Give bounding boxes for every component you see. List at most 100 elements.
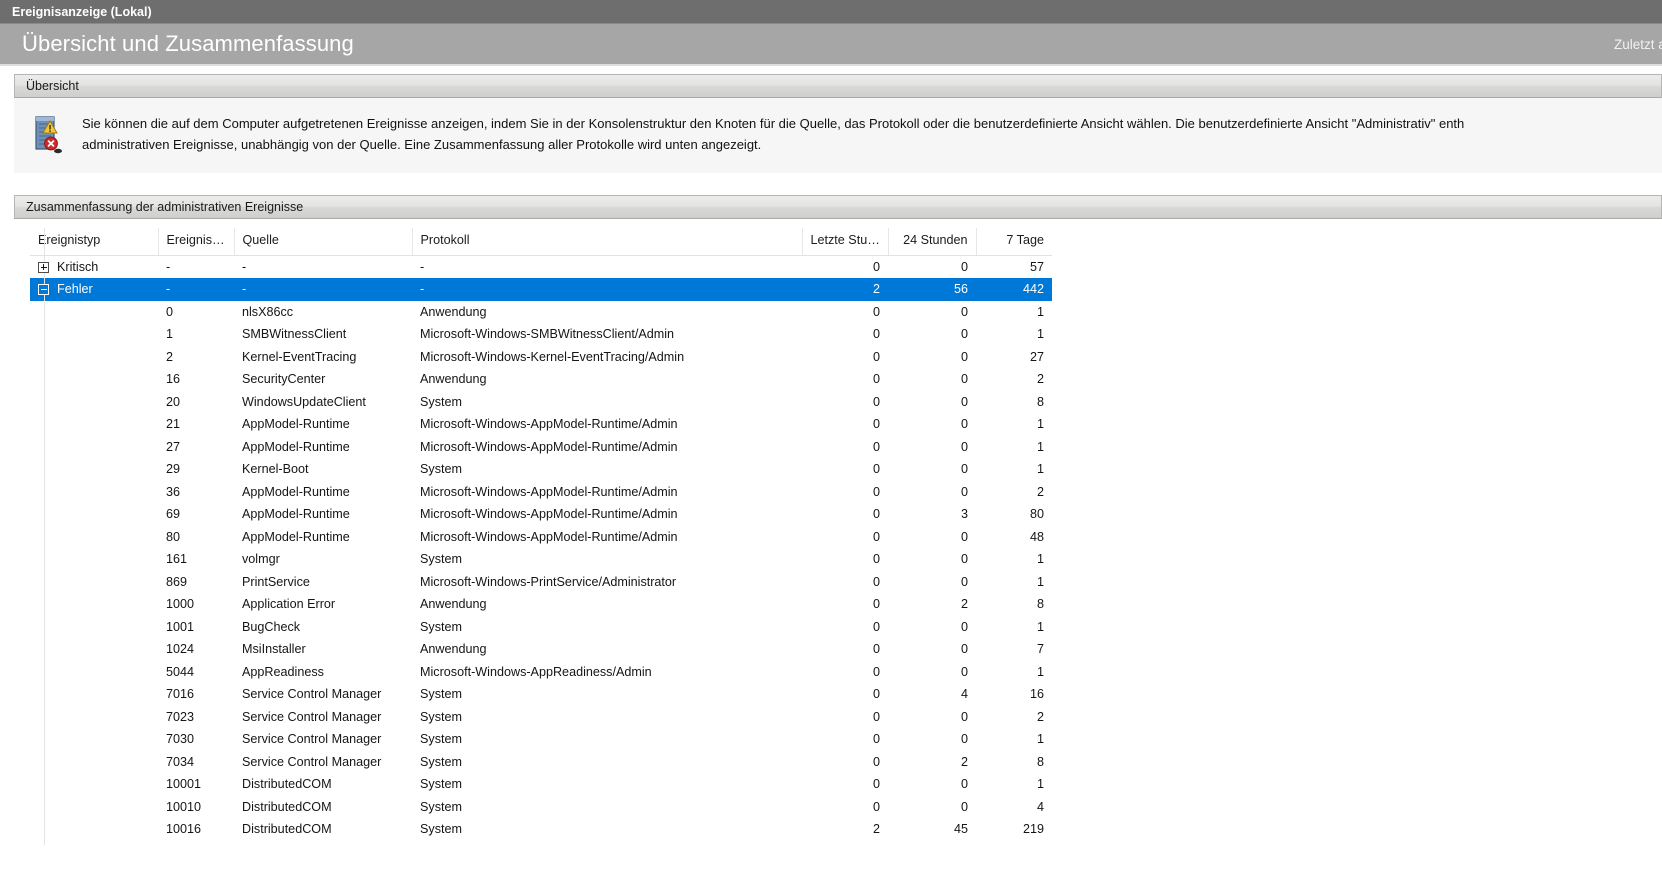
cell-log: System [420, 799, 462, 814]
cell-event-id: 869 [166, 574, 188, 589]
overview-description-line-2: administrativen Ereignisse, unabhängig v… [82, 137, 762, 152]
cell-event-id: 5044 [166, 664, 195, 679]
cell-last-hour: 0 [872, 327, 880, 342]
cell-log: Anwendung [420, 642, 487, 657]
table-row[interactable]: 161 volmgr System 0 0 1 [30, 548, 1052, 571]
table-row[interactable]: 69 AppModel-Runtime Microsoft-Windows-AppM… [30, 503, 1052, 526]
cell-source: SecurityCenter [242, 372, 326, 387]
cell-last-hour: 0 [872, 529, 880, 544]
cell-log: System [420, 777, 462, 792]
page-banner: Übersicht und Zusammenfassung Zuletzt ak… [0, 24, 1662, 66]
cell-event-id: 16 [166, 372, 181, 387]
cell-7-days: 1 [1036, 732, 1044, 747]
overview-panel-header[interactable]: Übersicht [14, 74, 1662, 98]
cell-log: - [420, 260, 425, 274]
table-row[interactable]: Fehler - - -2 56 442 [30, 278, 1052, 301]
cell-event-id: 29 [166, 462, 181, 477]
table-row[interactable]: 20 WindowsUpdateClient System 0 0 8 [30, 391, 1052, 414]
table-row[interactable]: 10001 DistributedCOM System 0 0 1 [30, 773, 1052, 796]
cell-7-days: 1 [1036, 462, 1044, 477]
cell-7-days: 1 [1036, 552, 1044, 567]
table-row[interactable]: 10010 DistributedCOM System 0 0 4 [30, 796, 1052, 819]
table-row[interactable]: 7023 Service Control Manager System 0 0 2 [30, 706, 1052, 729]
cell-event-type [30, 526, 158, 549]
table-row[interactable]: 16 SecurityCenter Anwendung 0 0 2 [30, 368, 1052, 391]
cell-log: System [420, 619, 462, 634]
cell-7-days: 8 [1036, 597, 1044, 612]
cell-log: System [420, 709, 462, 724]
cell-7-days: 27 [1029, 349, 1044, 364]
table-row[interactable]: 1 SMBWitnessClient Microsoft-Windows-SMBWi… [30, 323, 1052, 346]
column-header-last-hour[interactable]: Letzte Stu… [802, 228, 889, 256]
column-header-source[interactable]: Quelle [234, 228, 413, 256]
cell-source: AppReadiness [242, 664, 324, 679]
table-row[interactable]: 21 AppModel-Runtime Microsoft-Windows-AppM… [30, 413, 1052, 436]
table-row[interactable]: 0 nlsX86cc Anwendung 0 0 1 [30, 301, 1052, 324]
table-row[interactable]: 80 AppModel-Runtime Microsoft-Windows-AppM… [30, 526, 1052, 549]
table-row[interactable]: 1001 BugCheck System 0 0 1 [30, 616, 1052, 639]
cell-24-hours: 0 [960, 484, 968, 499]
cell-last-hour: 0 [872, 709, 880, 724]
admin-events-summary-title: Zusammenfassung der administrativen Erei… [26, 200, 304, 214]
table-row[interactable]: 1000 Application Error Anwendung 0 2 8 [30, 593, 1052, 616]
cell-source: DistributedCOM [242, 777, 332, 792]
cell-7-days: 1 [1036, 439, 1044, 454]
column-header-log[interactable]: Protokoll [412, 228, 803, 256]
table-row[interactable]: 7016 Service Control Manager System 0 4 16 [30, 683, 1052, 706]
table-row[interactable]: 7030 Service Control Manager System 0 0 1 [30, 728, 1052, 751]
cell-log: Anwendung [420, 304, 487, 319]
cell-source: - [242, 260, 247, 274]
column-header-event-type[interactable]: Ereignistyp [30, 228, 159, 256]
expand-icon[interactable] [38, 261, 49, 273]
cell-event-type: Kritisch [30, 256, 158, 279]
cell-source: SMBWitnessClient [242, 327, 347, 342]
cell-event-id: 7016 [166, 687, 195, 702]
cell-event-id: - [166, 260, 171, 274]
cell-7-days: 1 [1036, 327, 1044, 342]
cell-event-id: 10001 [166, 777, 202, 792]
cell-source: Service Control Manager [242, 687, 382, 702]
cell-source: Service Control Manager [242, 709, 382, 724]
cell-24-hours: 4 [960, 687, 968, 702]
table-row[interactable]: 5044 AppReadiness Microsoft-Windows-AppRea… [30, 661, 1052, 684]
cell-event-id: 1001 [166, 619, 195, 634]
cell-event-type: Fehler [30, 278, 158, 301]
table-row[interactable]: Kritisch - - - 0 0 57 [30, 256, 1052, 279]
table-row[interactable]: 10016 DistributedCOM System 2 45 219 [30, 818, 1052, 841]
cell-7-days: 8 [1036, 754, 1044, 769]
cell-last-hour: 0 [872, 574, 880, 589]
overview-panel-body: Sie können die auf dem Computer aufgetre… [14, 98, 1662, 173]
cell-event-type [30, 728, 158, 751]
cell-24-hours: 0 [960, 394, 968, 409]
cell-event-type [30, 323, 158, 346]
cell-event-id: 0 [166, 304, 174, 319]
admin-events-summary-header[interactable]: Zusammenfassung der administrativen Erei… [14, 195, 1662, 219]
cell-24-hours: 0 [960, 529, 968, 544]
event-type-label: Kritisch [57, 260, 99, 274]
collapse-icon[interactable] [38, 283, 49, 295]
cell-24-hours: 0 [960, 777, 968, 792]
cell-24-hours: 45 [953, 822, 968, 837]
cell-log: Anwendung [420, 597, 487, 612]
cell-last-hour: 0 [872, 372, 880, 387]
table-row[interactable]: 36 AppModel-Runtime Microsoft-Windows-AppM… [30, 481, 1052, 504]
table-row[interactable]: 7034 Service Control Manager System 0 2 8 [30, 751, 1052, 774]
table-row[interactable]: 29 Kernel-Boot System 0 0 1 [30, 458, 1052, 481]
cell-7-days: 442 [976, 278, 1052, 301]
cell-event-id: 1 [166, 327, 174, 342]
cell-event-id: 7034 [166, 754, 195, 769]
cell-event-type [30, 706, 158, 729]
cell-event-type [30, 818, 158, 841]
column-header-24-hours[interactable]: 24 Stunden [888, 228, 977, 256]
table-row[interactable]: 1024 MsiInstaller Anwendung 0 0 7 [30, 638, 1052, 661]
table-row[interactable]: 869 PrintService Microsoft-Windows-PrintSe… [30, 571, 1052, 594]
column-header-7-days[interactable]: 7 Tage [976, 228, 1052, 256]
cell-event-type [30, 616, 158, 639]
cell-event-type [30, 571, 158, 594]
cell-source: MsiInstaller [242, 642, 306, 657]
cell-log: System [420, 732, 462, 747]
cell-last-hour: 0 [872, 642, 880, 657]
column-header-event-id[interactable]: Ereignis… [158, 228, 235, 256]
table-row[interactable]: 27 AppModel-Runtime Microsoft-Windows-AppM… [30, 436, 1052, 459]
table-row[interactable]: 2 Kernel-EventTracing Microsoft-Windows-Ke… [30, 346, 1052, 369]
